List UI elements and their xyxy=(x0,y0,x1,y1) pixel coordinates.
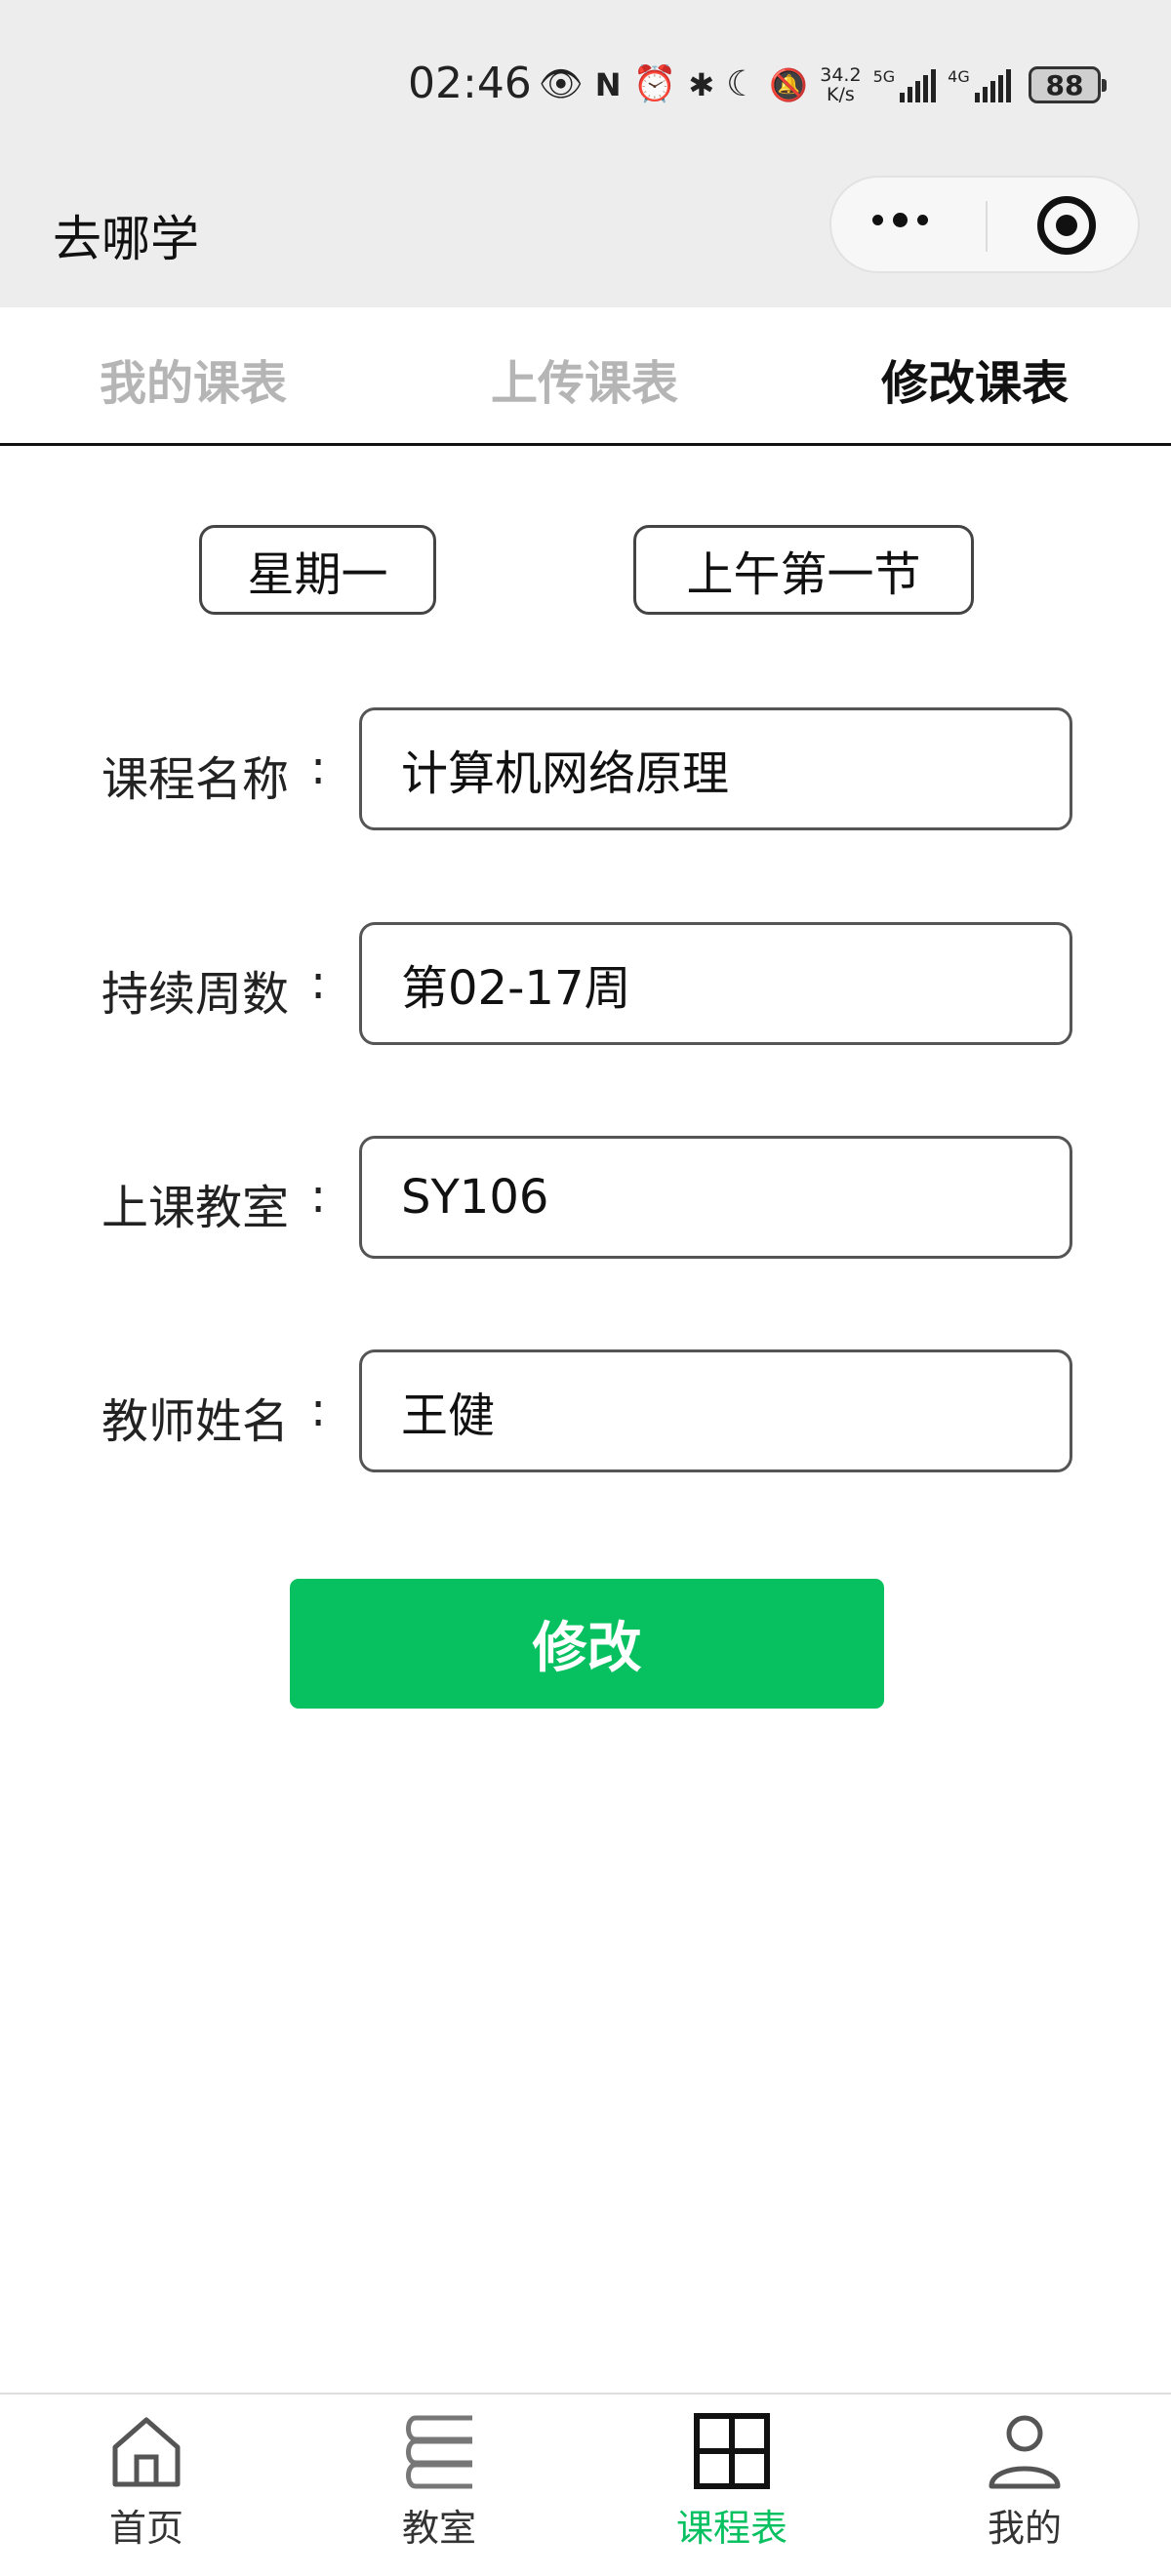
colon: : xyxy=(310,1169,327,1224)
tabbar-item-home[interactable]: 首页 xyxy=(49,2412,244,2568)
colon: : xyxy=(310,955,327,1010)
battery-icon: 88 xyxy=(1029,66,1107,103)
top-tabs: 我的课表 上传课表 修改课表 xyxy=(0,307,1171,446)
tabbar-label: 首页 xyxy=(108,2507,183,2550)
tab-my-schedule[interactable]: 我的课表 xyxy=(100,344,287,413)
tab-edit-schedule[interactable]: 修改课表 xyxy=(881,344,1069,413)
net-speed-unit: K/s xyxy=(827,84,855,105)
tabbar-label: 教室 xyxy=(401,2507,476,2550)
colon: : xyxy=(310,1383,327,1437)
bluetooth-icon: ✱ xyxy=(688,66,715,103)
alarm-icon: ⏰ xyxy=(632,64,677,104)
course-name-input[interactable] xyxy=(401,710,1035,827)
home-icon xyxy=(112,2417,181,2487)
tabbar-label: 课程表 xyxy=(675,2507,787,2550)
classroom-field[interactable] xyxy=(359,1136,1072,1259)
target-icon[interactable] xyxy=(1037,196,1096,255)
tab-upload-schedule[interactable]: 上传课表 xyxy=(491,344,678,413)
form-row-course-name: 课程名称 : xyxy=(0,707,1171,830)
submit-button[interactable]: 修改 xyxy=(290,1579,884,1709)
battery-level: 88 xyxy=(1045,68,1084,101)
teacher-input[interactable] xyxy=(401,1352,1035,1469)
tabbar-item-classroom[interactable]: 教室 xyxy=(342,2412,537,2568)
course-name-label: 课程名称 xyxy=(101,752,290,807)
more-dots-icon[interactable] xyxy=(872,213,928,227)
teacher-label: 教师姓名 xyxy=(101,1394,290,1449)
tabbar-item-schedule[interactable]: 课程表 xyxy=(634,2412,829,2568)
tabbar-item-profile[interactable]: 我的 xyxy=(927,2412,1122,2568)
day-picker[interactable]: 星期一 xyxy=(199,525,436,615)
signal-icon: 5G xyxy=(873,67,937,102)
net-speed: 34.2 K/s xyxy=(820,65,861,104)
capsule-divider xyxy=(986,201,988,252)
period-picker[interactable]: 上午第一节 xyxy=(633,525,974,615)
form-row-classroom: 上课教室 : xyxy=(0,1136,1171,1259)
teacher-field[interactable] xyxy=(359,1349,1072,1472)
status-icons: 👁 N ⏰ ✱ ☾ 🔕 34.2 K/s 5G 4G xyxy=(539,60,1011,109)
grid-icon xyxy=(694,2413,770,2489)
net-speed-value: 34.2 xyxy=(820,64,862,86)
form-row-teacher: 教师姓名 : xyxy=(0,1349,1171,1472)
weeks-field[interactable] xyxy=(359,922,1072,1045)
classroom-input[interactable] xyxy=(401,1139,1035,1256)
user-icon xyxy=(989,2415,1061,2489)
nav-bar: 去哪学 xyxy=(0,171,1171,307)
status-bar: 02:46 👁 N ⏰ ✱ ☾ 🔕 34.2 K/s 5G 4G 88 xyxy=(0,0,1171,171)
weeks-label: 持续周数 xyxy=(101,967,290,1022)
moon-icon: ☾ xyxy=(726,64,758,104)
course-name-field[interactable] xyxy=(359,707,1072,830)
signal-icon: 4G xyxy=(948,67,1011,102)
submit-button-label: 修改 xyxy=(532,1617,642,1680)
colon: : xyxy=(310,741,327,795)
page-title: 去哪学 xyxy=(53,211,199,267)
form-row-weeks: 持续周数 : xyxy=(0,922,1171,1045)
weeks-input[interactable] xyxy=(401,925,1035,1042)
nfc-icon: N xyxy=(594,66,622,103)
period-picker-value: 上午第一节 xyxy=(686,547,921,602)
day-picker-value: 星期一 xyxy=(247,547,388,602)
mute-bell-icon: 🔕 xyxy=(769,66,809,103)
miniprogram-capsule xyxy=(829,176,1140,273)
clock: 02:46 xyxy=(408,59,532,108)
sim1-label: 5G xyxy=(872,67,896,86)
books-icon xyxy=(406,2415,472,2489)
bottom-tabbar: 首页 教室 课程表 我的 xyxy=(0,2393,1171,2576)
classroom-label: 上课教室 xyxy=(101,1181,290,1235)
sim2-label: 4G xyxy=(948,67,970,86)
eye-icon: 👁 xyxy=(539,64,584,104)
tabbar-label: 我的 xyxy=(987,2507,1062,2550)
